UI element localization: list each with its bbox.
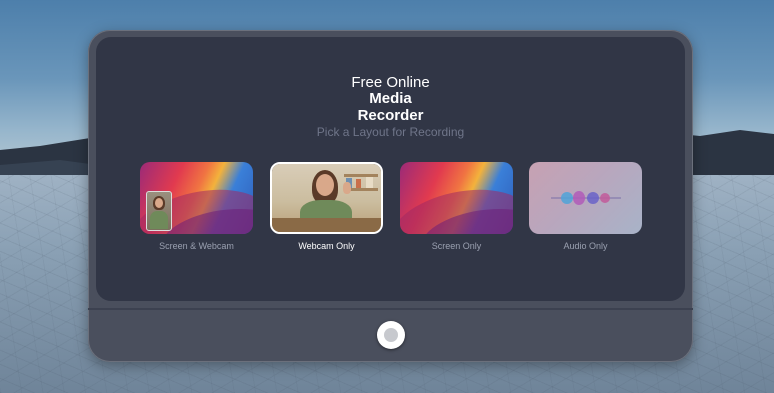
layout-option-screen-webcam[interactable]: Screen & Webcam: [140, 162, 253, 251]
layout-label: Webcam Only: [298, 241, 355, 251]
title-line-3: Recorder: [357, 107, 424, 124]
recorder-panel: Free Online Media Recorder Pick a Layout…: [96, 37, 685, 301]
title-line-2: Media: [369, 90, 412, 107]
webcam-person-thumbnail: [270, 162, 383, 234]
wallpaper-image: [400, 162, 513, 234]
webcam-image: [272, 164, 381, 232]
device-divider: [88, 308, 693, 310]
layout-option-webcam-only[interactable]: Webcam Only: [270, 162, 383, 251]
audio-wave-icon: [551, 191, 621, 205]
wallpaper-thumbnail: [400, 162, 513, 234]
webcam-pip-image: [146, 191, 172, 231]
wallpaper-with-webcam-thumbnail: [140, 162, 253, 234]
layout-option-audio-only[interactable]: Audio Only: [529, 162, 642, 251]
layout-subtitle: Pick a Layout for Recording: [316, 125, 465, 139]
layout-label: Screen & Webcam: [159, 241, 234, 251]
layout-option-screen-only[interactable]: Screen Only: [400, 162, 513, 251]
layout-label: Screen Only: [431, 241, 482, 251]
record-icon: [384, 328, 398, 342]
layout-label: Audio Only: [563, 241, 608, 251]
audio-wave-thumbnail: [529, 162, 642, 234]
title-line-1: Free Online: [351, 74, 430, 91]
recorder-device-frame: Free Online Media Recorder Pick a Layout…: [88, 30, 693, 362]
record-button[interactable]: [377, 321, 405, 349]
